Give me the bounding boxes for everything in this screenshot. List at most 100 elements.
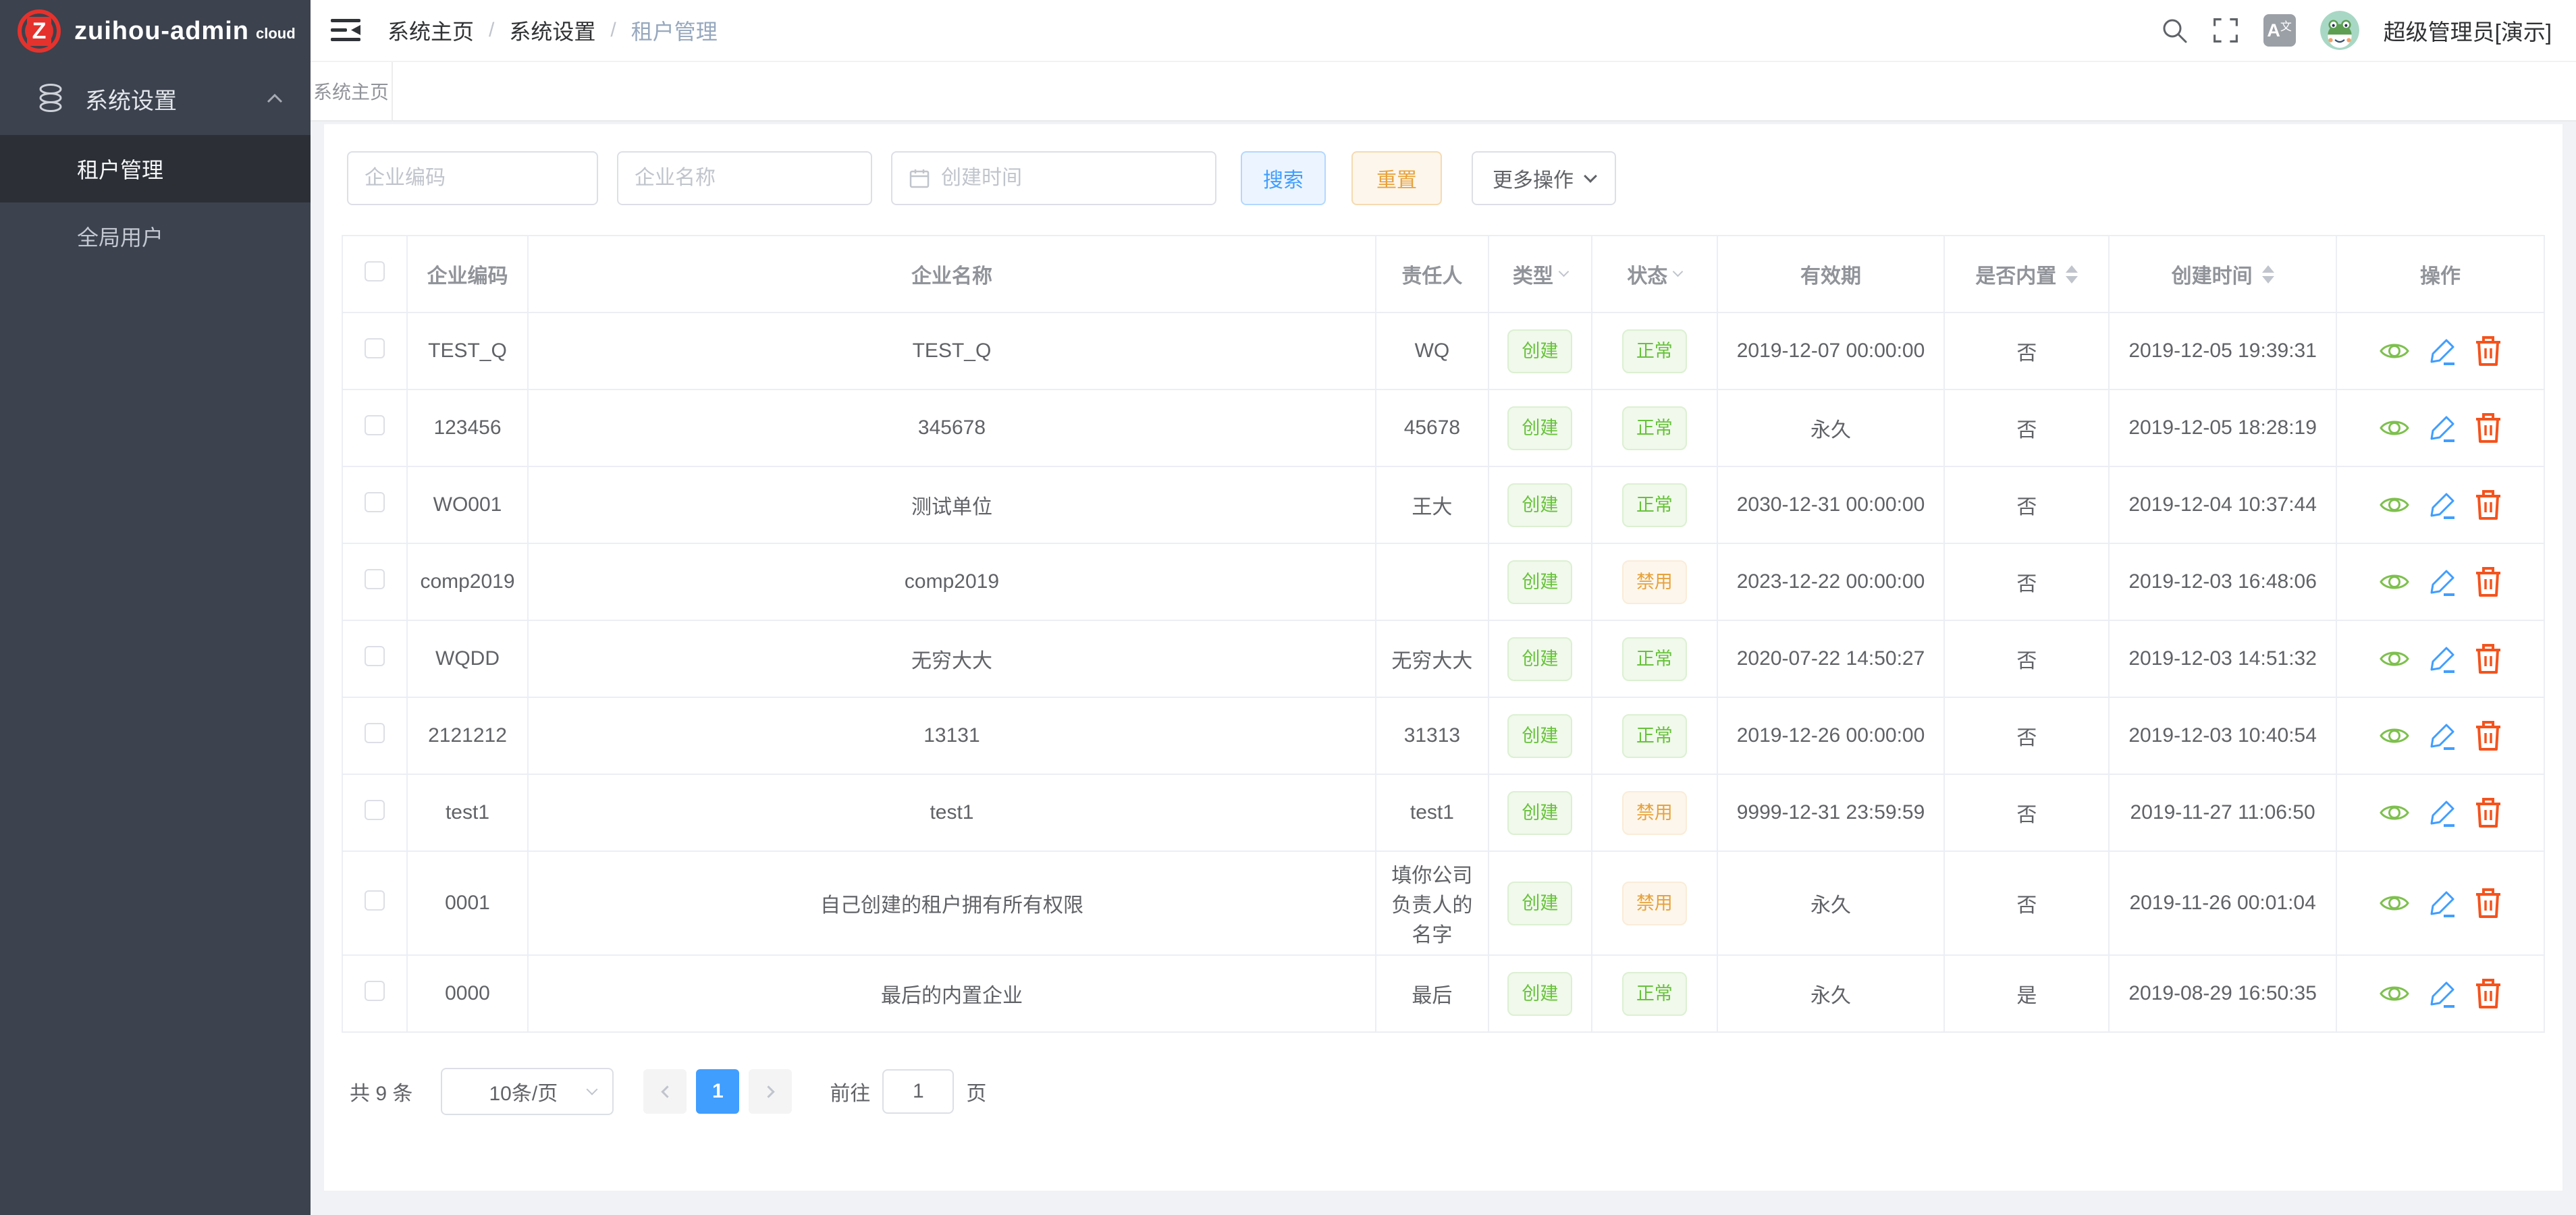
tab-system-home[interactable]: 系统主页 xyxy=(311,62,393,120)
edit-icon[interactable] xyxy=(2427,413,2457,443)
sort-caret-icon[interactable] xyxy=(2262,265,2274,284)
row-checkbox[interactable] xyxy=(365,569,385,589)
col-type[interactable]: 类型 xyxy=(1488,236,1592,313)
row-checkbox[interactable] xyxy=(365,723,385,743)
row-checkbox[interactable] xyxy=(365,890,385,911)
cell-expiry: 永久 xyxy=(1717,389,1945,466)
delete-icon[interactable] xyxy=(2475,720,2502,751)
view-icon[interactable] xyxy=(2379,801,2410,824)
breadcrumb: 系统主页 / 系统设置 / 租户管理 xyxy=(387,15,718,46)
company-name-input[interactable] xyxy=(635,167,855,190)
table-header-row: 企业编码 企业名称 责任人 类型 状态 有效期 是否内置 创建时间 操作 xyxy=(342,236,2544,313)
breadcrumb-item-settings[interactable]: 系统设置 xyxy=(509,15,595,46)
goto-suffix: 页 xyxy=(966,1077,986,1106)
delete-icon[interactable] xyxy=(2475,888,2502,919)
edit-icon[interactable] xyxy=(2427,490,2457,520)
col-status[interactable]: 状态 xyxy=(1592,236,1717,313)
created-time-input[interactable] xyxy=(941,167,1199,190)
prev-page-button[interactable] xyxy=(643,1069,687,1114)
company-name-field[interactable] xyxy=(617,151,872,205)
view-icon[interactable] xyxy=(2379,982,2410,1005)
edit-icon[interactable] xyxy=(2427,567,2457,597)
logo-badge: cloud xyxy=(256,25,296,43)
view-icon[interactable] xyxy=(2379,416,2410,439)
sidebar-group-system-settings[interactable]: 系统设置 xyxy=(0,62,311,135)
row-checkbox[interactable] xyxy=(365,492,385,512)
search-button[interactable]: 搜索 xyxy=(1241,151,1326,205)
sidebar-group-label: 系统设置 xyxy=(85,82,266,115)
edit-icon[interactable] xyxy=(2427,888,2457,918)
database-icon xyxy=(35,83,66,114)
status-tag: 正常 xyxy=(1622,329,1687,373)
goto-page-input[interactable] xyxy=(882,1069,954,1114)
delete-icon[interactable] xyxy=(2475,978,2502,1009)
row-checkbox[interactable] xyxy=(365,981,385,1001)
avatar[interactable] xyxy=(2320,11,2359,50)
view-icon[interactable] xyxy=(2379,724,2410,747)
tabbar: 系统主页 xyxy=(311,61,2576,122)
status-tag: 正常 xyxy=(1622,972,1687,1016)
edit-icon[interactable] xyxy=(2427,979,2457,1008)
view-icon[interactable] xyxy=(2379,647,2410,670)
cell-company-code: 123456 xyxy=(407,389,527,466)
edit-icon[interactable] xyxy=(2427,644,2457,674)
cell-owner: WQ xyxy=(1376,313,1488,389)
more-actions-button[interactable]: 更多操作 xyxy=(1472,151,1616,205)
cell-actions xyxy=(2336,955,2544,1032)
table-row: comp2019comp2019创建禁用2023-12-22 00:00:00否… xyxy=(342,543,2544,620)
cell-company-name: comp2019 xyxy=(528,543,1376,620)
delete-icon[interactable] xyxy=(2475,489,2502,520)
view-icon[interactable] xyxy=(2379,340,2410,362)
edit-icon[interactable] xyxy=(2427,798,2457,828)
reset-button[interactable]: 重置 xyxy=(1351,151,1442,205)
cell-created: 2019-12-04 10:37:44 xyxy=(2109,466,2336,543)
view-icon[interactable] xyxy=(2379,892,2410,915)
created-time-field[interactable] xyxy=(891,151,1216,205)
search-icon[interactable] xyxy=(2161,17,2188,44)
logo-icon: Z xyxy=(18,9,61,53)
sidebar-item-tenant-management[interactable]: 租户管理 xyxy=(0,135,311,202)
cell-owner: 最后 xyxy=(1376,955,1488,1032)
chevron-left-icon xyxy=(661,1085,673,1098)
current-page[interactable]: 1 xyxy=(696,1069,739,1114)
delete-icon[interactable] xyxy=(2475,797,2502,828)
view-icon[interactable] xyxy=(2379,493,2410,516)
breadcrumb-item-home[interactable]: 系统主页 xyxy=(387,15,474,46)
chevron-down-icon xyxy=(1584,169,1597,183)
delete-icon[interactable] xyxy=(2475,335,2502,367)
row-checkbox[interactable] xyxy=(365,800,385,820)
delete-icon[interactable] xyxy=(2475,412,2502,443)
logo[interactable]: Z zuihou-admin cloud xyxy=(0,0,311,62)
row-checkbox[interactable] xyxy=(365,415,385,435)
type-tag: 创建 xyxy=(1507,329,1572,373)
user-name[interactable]: 超级管理员[演示] xyxy=(2384,14,2552,47)
sidebar-item-global-users[interactable]: 全局用户 xyxy=(0,202,311,270)
sort-caret-icon[interactable] xyxy=(2066,265,2078,284)
language-icon[interactable]: A文 xyxy=(2263,14,2296,47)
filter-caret-icon[interactable] xyxy=(1673,266,1684,277)
company-code-field[interactable] xyxy=(347,151,598,205)
row-checkbox[interactable] xyxy=(365,338,385,358)
status-tag: 禁用 xyxy=(1622,882,1687,925)
delete-icon[interactable] xyxy=(2475,566,2502,597)
row-checkbox[interactable] xyxy=(365,646,385,666)
col-created[interactable]: 创建时间 xyxy=(2109,236,2336,313)
edit-icon[interactable] xyxy=(2427,336,2457,366)
cell-builtin: 否 xyxy=(1944,313,2109,389)
cell-company-name: TEST_Q xyxy=(528,313,1376,389)
delete-icon[interactable] xyxy=(2475,643,2502,674)
company-code-input[interactable] xyxy=(365,167,581,190)
status-tag: 禁用 xyxy=(1622,560,1687,604)
page-size-select[interactable]: 10条/页 xyxy=(441,1068,614,1115)
select-all-checkbox[interactable] xyxy=(365,261,385,281)
col-company-code: 企业编码 xyxy=(407,236,527,313)
edit-icon[interactable] xyxy=(2427,721,2457,751)
filter-caret-icon[interactable] xyxy=(1559,266,1569,277)
type-tag: 创建 xyxy=(1507,637,1572,681)
view-icon[interactable] xyxy=(2379,570,2410,593)
next-page-button[interactable] xyxy=(749,1069,792,1114)
fullscreen-icon[interactable] xyxy=(2212,17,2239,44)
collapse-menu-icon[interactable] xyxy=(331,18,360,43)
type-tag: 创建 xyxy=(1507,560,1572,604)
col-builtin[interactable]: 是否内置 xyxy=(1944,236,2109,313)
